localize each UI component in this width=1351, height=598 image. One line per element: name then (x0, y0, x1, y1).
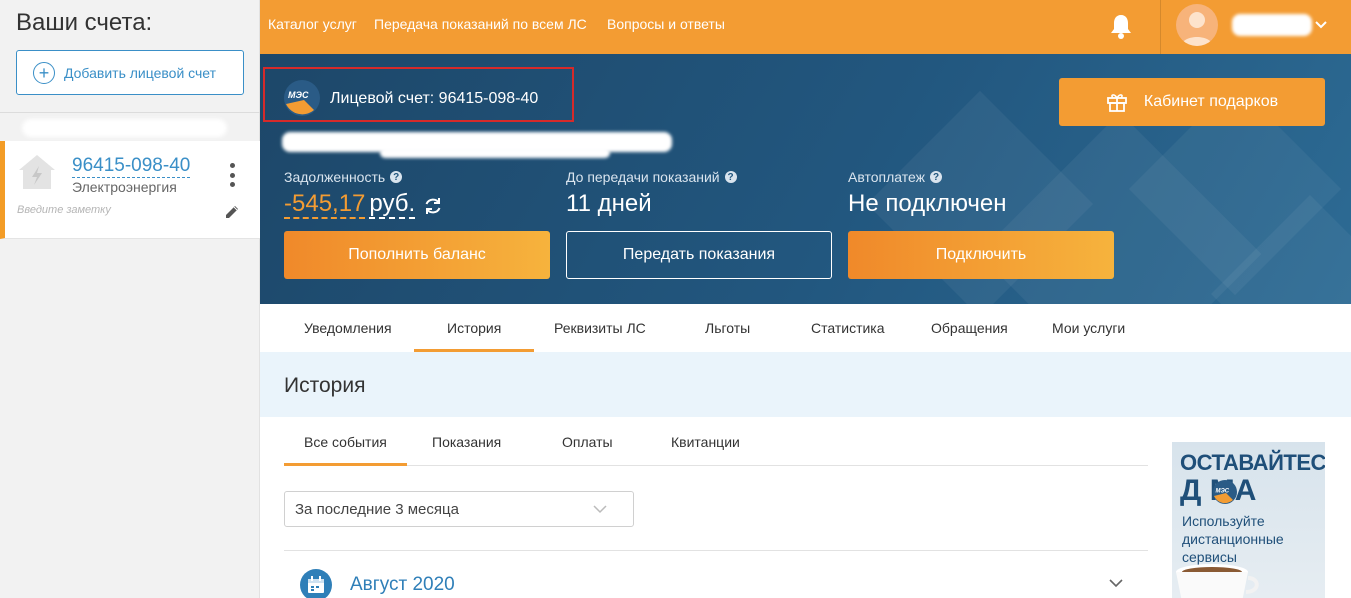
chevron-down-icon (593, 505, 607, 514)
gift-cabinet-label: Кабинет подарков (1143, 93, 1279, 110)
add-account-label: Добавить лицевой счет (64, 64, 217, 81)
top-nav: Каталог услуг Передача показаний по всем… (260, 0, 1351, 54)
nav-submit-readings-link[interactable]: Передача показаний по всем ЛС (374, 16, 587, 32)
promo-banner[interactable]: ОСТАВАЙТЕСЬ Д МА МЭС Используйте дистанц… (1172, 442, 1325, 598)
gift-icon (1106, 94, 1127, 112)
subtab-receipts[interactable]: Квитанции (671, 434, 740, 450)
tab-my-services[interactable]: Мои услуги (1052, 320, 1125, 336)
house-icon (19, 155, 55, 189)
account-type: Электроэнергия (72, 179, 177, 195)
tab-notifications[interactable]: Уведомления (304, 320, 392, 336)
debt-label: Задолженность? (284, 169, 403, 185)
help-icon[interactable]: ? (390, 171, 403, 183)
sidebar-title: Ваши счета: (16, 9, 153, 36)
mes-logo-icon: МЭС (1213, 480, 1237, 504)
history-header: История (260, 352, 1351, 417)
nav-separator (1160, 0, 1161, 54)
debt-value[interactable]: -545,17 руб. (284, 190, 416, 219)
gift-cabinet-button[interactable]: Кабинет подарков (1059, 78, 1325, 126)
bell-icon[interactable] (1108, 12, 1134, 40)
topup-balance-button[interactable]: Пополнить баланс (284, 231, 550, 279)
account-label: Лицевой счет: 96415-098-40 (330, 90, 539, 107)
redacted-name (22, 119, 227, 137)
tab-benefits[interactable]: Льготы (705, 320, 750, 336)
divider (284, 550, 1148, 551)
subtab-all-events[interactable]: Все события (304, 434, 387, 450)
active-subtab-indicator (284, 463, 407, 466)
page-title: История (284, 374, 366, 397)
readings-label: До передачи показаний? (566, 169, 737, 185)
mes-logo-icon: МЭС (284, 80, 320, 116)
nav-faq-link[interactable]: Вопросы и ответы (607, 16, 725, 32)
more-options-icon[interactable] (228, 163, 236, 187)
note-placeholder[interactable]: Введите заметку (17, 204, 111, 216)
subtab-readings[interactable]: Показания (432, 434, 501, 450)
autopay-value: Не подключен (848, 190, 1007, 217)
sidebar: Ваши счета: + Добавить лицевой счет 9641… (0, 0, 260, 598)
period-select[interactable]: За последние 3 месяца (284, 491, 634, 527)
help-icon[interactable]: ? (930, 171, 942, 183)
month-title[interactable]: Август 2020 (350, 574, 455, 596)
tab-appeals[interactable]: Обращения (931, 320, 1008, 336)
tab-requisites[interactable]: Реквизиты ЛС (554, 320, 646, 336)
redacted-username (1232, 14, 1312, 36)
chevron-down-icon[interactable] (1313, 16, 1329, 32)
connect-autopay-button[interactable]: Подключить (848, 231, 1114, 279)
divider (0, 112, 260, 113)
readings-value: 11 дней (566, 190, 652, 217)
account-summary: МЭС Лицевой счет: 96415-098-40 Кабинет п… (260, 54, 1351, 304)
coffee-cup-image (1176, 564, 1259, 598)
history-content: Все события Показания Оплаты Квитанции З… (260, 417, 1351, 598)
plus-icon: + (33, 61, 55, 84)
account-number-link[interactable]: 96415-098-40 (72, 155, 191, 178)
promo-subtitle: Используйте дистанционные сервисы (1182, 513, 1284, 565)
tab-history[interactable]: История (447, 320, 501, 336)
refresh-icon[interactable] (422, 195, 444, 217)
account-tabs: Уведомления История Реквизиты ЛС Льготы … (260, 304, 1351, 352)
avatar[interactable] (1176, 4, 1218, 46)
account-card[interactable]: 96415-098-40 Электроэнергия Введите заме… (0, 141, 260, 239)
promo-headline: ОСТАВАЙТЕСЬ (1180, 450, 1325, 475)
help-icon[interactable]: ? (724, 171, 737, 183)
subtab-payments[interactable]: Оплаты (562, 434, 613, 450)
tab-statistics[interactable]: Статистика (811, 320, 885, 336)
divider (284, 465, 1148, 466)
period-value: За последние 3 месяца (295, 500, 459, 518)
redacted-address-2 (380, 148, 610, 158)
mes-logo-text: МЭС (288, 90, 309, 100)
calendar-icon (300, 569, 332, 598)
autopay-label: Автоплатеж? (848, 169, 942, 185)
pencil-icon[interactable] (223, 203, 241, 221)
promo-logo-text: МЭС (1216, 489, 1230, 495)
chevron-down-icon[interactable] (1108, 575, 1124, 591)
submit-readings-button[interactable]: Передать показания (566, 231, 832, 279)
add-account-button[interactable]: + Добавить лицевой счет (16, 50, 244, 95)
nav-catalog-link[interactable]: Каталог услуг (268, 16, 357, 32)
